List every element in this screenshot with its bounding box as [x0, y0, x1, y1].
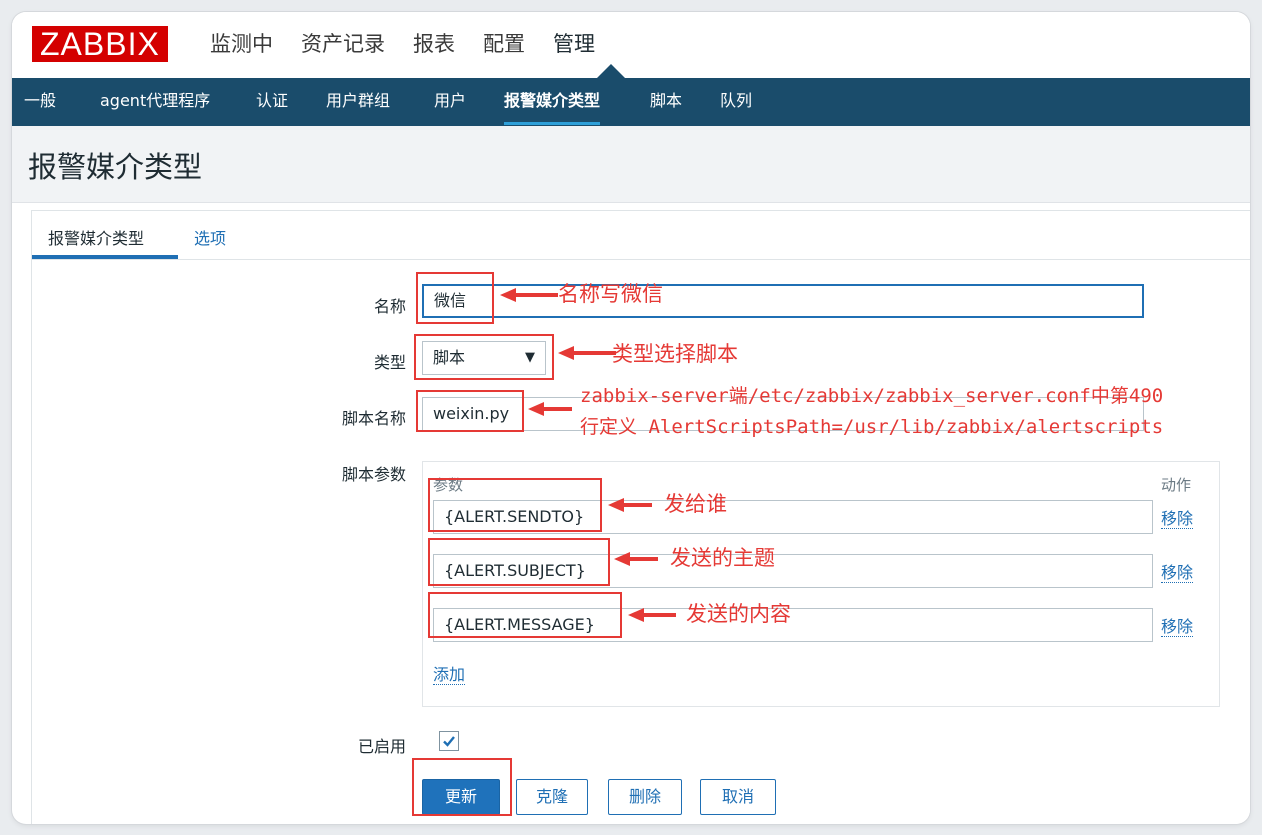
- annotation-text-name: 名称写微信: [558, 282, 663, 306]
- param-field-message[interactable]: {ALERT.MESSAGE}: [433, 608, 1153, 642]
- type-select[interactable]: 脚本 ▼: [422, 341, 546, 375]
- sub-item-media-types[interactable]: 报警媒介类型: [504, 78, 601, 126]
- menu-reports[interactable]: 报表: [413, 30, 455, 58]
- action-column-header: 动作: [1161, 476, 1192, 494]
- annotation-text-subject: 发送的主题: [670, 546, 775, 570]
- annotation-arrow-type: [558, 346, 616, 360]
- page-title: 报警媒介类型: [28, 150, 203, 184]
- sub-item-proxies[interactable]: agent代理程序: [100, 78, 210, 126]
- zabbix-logo[interactable]: ZABBIX: [32, 26, 168, 62]
- name-label: 名称: [373, 297, 406, 316]
- annotation-arrow-message: [628, 608, 676, 622]
- param-field-sendto[interactable]: {ALERT.SENDTO}: [433, 500, 1153, 534]
- update-button[interactable]: 更新: [422, 779, 500, 815]
- menu-monitoring[interactable]: 监测中: [210, 30, 273, 58]
- sub-item-authentication[interactable]: 认证: [256, 78, 288, 126]
- remove-param-message[interactable]: 移除: [1161, 618, 1194, 637]
- annotation-arrow-script-name: [528, 402, 572, 416]
- main-menu: 监测中 资产记录 报表 配置 管理: [210, 30, 623, 58]
- script-params-table: 参数 动作 {ALERT.SENDTO} 移除 {ALERT.SUBJECT} …: [422, 461, 1220, 707]
- annotation-text-script-line1: zabbix-server端/etc/zabbix/zabbix_server.…: [580, 385, 1164, 407]
- checkmark-icon: [443, 736, 455, 747]
- sub-item-general[interactable]: 一般: [24, 78, 56, 126]
- type-select-value: 脚本: [433, 348, 466, 367]
- menu-inventory[interactable]: 资产记录: [301, 30, 385, 58]
- annotation-text-sendto: 发给谁: [664, 492, 727, 516]
- sub-item-user-groups[interactable]: 用户群组: [326, 78, 390, 126]
- tab-options[interactable]: 选项: [194, 225, 226, 249]
- sub-item-users[interactable]: 用户: [434, 78, 466, 126]
- enabled-checkbox[interactable]: [439, 731, 459, 751]
- annotation-arrow-name: [500, 288, 558, 302]
- annotation-text-message: 发送的内容: [686, 602, 791, 626]
- dropdown-arrow-icon: ▼: [525, 350, 535, 365]
- annotation-text-type: 类型选择脚本: [612, 342, 738, 366]
- remove-param-sendto[interactable]: 移除: [1161, 510, 1194, 529]
- delete-button[interactable]: 删除: [608, 779, 682, 815]
- params-column-header: 参数: [433, 476, 464, 494]
- top-bar: ZABBIX 监测中 资产记录 报表 配置 管理: [12, 12, 1250, 78]
- active-menu-notch: [597, 64, 625, 78]
- sub-menu: 一般 agent代理程序 认证 用户群组 用户 报警媒介类型 脚本 队列: [12, 78, 1250, 126]
- app-window: ZABBIX 监测中 资产记录 报表 配置 管理 一般 agent代理程序 认证…: [12, 12, 1250, 824]
- add-param-link[interactable]: 添加: [433, 666, 466, 685]
- sub-item-queue[interactable]: 队列: [720, 78, 752, 126]
- enabled-label: 已启用: [357, 737, 406, 756]
- menu-configuration[interactable]: 配置: [483, 30, 525, 58]
- script-name-label: 脚本名称: [341, 409, 406, 428]
- sub-item-scripts[interactable]: 脚本: [650, 78, 682, 126]
- annotation-arrow-subject: [614, 552, 658, 566]
- active-tab-indicator: [32, 255, 178, 259]
- param-field-subject[interactable]: {ALERT.SUBJECT}: [433, 554, 1153, 588]
- remove-param-subject[interactable]: 移除: [1161, 564, 1194, 583]
- script-params-label: 脚本参数: [341, 465, 406, 484]
- page-header: 报警媒介类型: [12, 126, 1250, 203]
- menu-administration[interactable]: 管理: [553, 30, 595, 58]
- clone-button[interactable]: 克隆: [516, 779, 588, 815]
- type-label: 类型: [373, 353, 406, 372]
- annotation-arrow-sendto: [608, 498, 652, 512]
- tab-media-type[interactable]: 报警媒介类型: [48, 225, 144, 249]
- tab-bar: 报警媒介类型 选项: [32, 211, 1250, 260]
- cancel-button[interactable]: 取消: [700, 779, 776, 815]
- annotation-text-script-line2: 行定义 AlertScriptsPath=/usr/lib/zabbix/ale…: [580, 416, 1164, 438]
